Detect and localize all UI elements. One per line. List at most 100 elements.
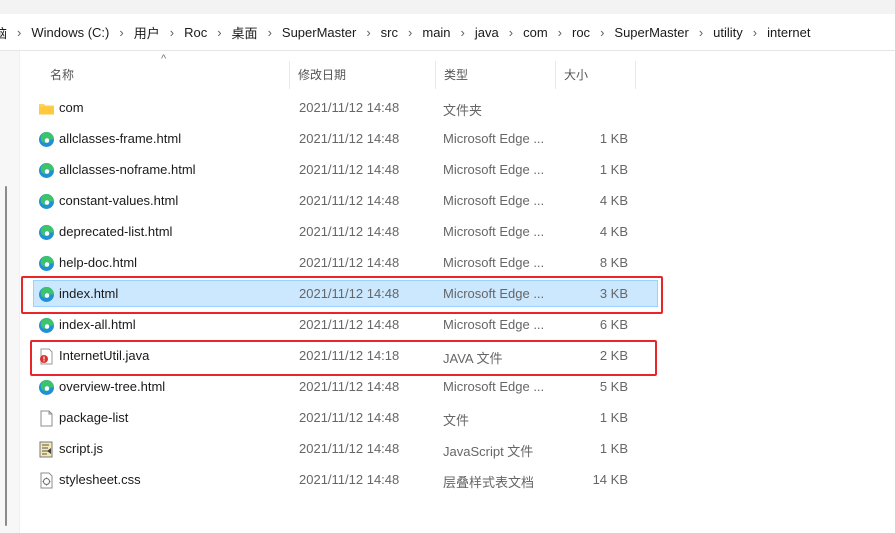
file-row[interactable]: com 2021/11/12 14:48 文件夹 — [30, 93, 670, 124]
file-name: allclasses-noframe.html — [59, 162, 196, 177]
file-modified: 2021/11/12 14:48 — [299, 472, 400, 487]
breadcrumb[interactable]: 脑› Windows (C:)› 用户› Roc› 桌面› SuperMaste… — [0, 14, 895, 51]
file-modified: 2021/11/12 14:48 — [299, 410, 400, 425]
file-name: package-list — [59, 410, 129, 425]
chevron-right-icon[interactable]: › — [699, 25, 703, 40]
file-name: script.js — [59, 441, 104, 456]
blank-file-icon — [38, 410, 55, 427]
file-row[interactable]: allclasses-frame.html 2021/11/12 14:48 Mic… — [30, 124, 670, 155]
breadcrumb-item[interactable]: roc › — [572, 25, 614, 40]
file-modified: 2021/11/12 14:48 — [299, 441, 400, 456]
file-type: Microsoft Edge ... — [443, 255, 545, 270]
column-header-type[interactable]: 类型 — [436, 61, 556, 89]
file-row[interactable]: stylesheet.css 2021/11/12 14:48 层叠样式表文档 14 … — [30, 465, 670, 496]
edge-html-icon — [38, 162, 55, 179]
breadcrumb-item[interactable]: java › — [475, 25, 523, 40]
breadcrumb-item[interactable]: SuperMaster › — [282, 25, 381, 40]
chevron-right-icon[interactable]: › — [217, 25, 221, 40]
column-header-name[interactable]: 名称 — [42, 61, 290, 89]
file-name: constant-values.html — [59, 193, 179, 208]
chevron-right-icon[interactable]: › — [509, 25, 513, 40]
column-header-size[interactable]: 大小 — [556, 61, 636, 89]
file-name: stylesheet.css — [59, 472, 141, 487]
folder-icon — [38, 100, 55, 117]
file-name: index-all.html — [59, 317, 136, 332]
chevron-right-icon[interactable]: › — [268, 25, 272, 40]
breadcrumb-item[interactable]: 桌面 › — [232, 23, 282, 42]
file-row[interactable]: package-list 2021/11/12 14:48 文件 1 KB — [30, 403, 670, 434]
file-size: 14 KB — [592, 472, 628, 487]
file-type: Microsoft Edge ... — [443, 162, 545, 177]
chevron-right-icon[interactable]: › — [170, 25, 174, 40]
breadcrumb-item[interactable]: utility › — [713, 25, 767, 40]
file-type: Microsoft Edge ... — [443, 193, 545, 208]
file-size: 4 KB — [599, 224, 628, 239]
edge-html-icon — [38, 317, 55, 334]
file-type: JavaScript 文件 — [443, 444, 534, 459]
breadcrumb-item[interactable]: src › — [381, 25, 423, 40]
file-size: 1 KB — [599, 410, 628, 425]
file-row[interactable]: allclasses-noframe.html 2021/11/12 14:48 M… — [30, 155, 670, 186]
chevron-right-icon[interactable]: › — [17, 25, 21, 40]
chevron-right-icon[interactable]: › — [408, 25, 412, 40]
breadcrumb-item[interactable]: Windows (C:) › — [31, 25, 133, 40]
file-modified: 2021/11/12 14:48 — [299, 193, 400, 208]
chevron-right-icon[interactable]: › — [461, 25, 465, 40]
file-row[interactable]: overview-tree.html 2021/11/12 14:48 Micros… — [30, 372, 670, 403]
breadcrumb-item[interactable]: main › — [422, 25, 475, 40]
breadcrumb-item-current[interactable]: internet — [767, 25, 810, 40]
file-modified: 2021/11/12 14:48 — [299, 379, 400, 394]
breadcrumb-item[interactable]: 脑› — [0, 23, 31, 42]
chevron-right-icon[interactable]: › — [558, 25, 562, 40]
file-row[interactable]: constant-values.html 2021/11/12 14:48 Micr… — [30, 186, 670, 217]
chevron-right-icon[interactable]: › — [366, 25, 370, 40]
breadcrumb-item[interactable]: 用户 › — [134, 23, 184, 42]
highlight-box — [30, 340, 657, 376]
file-type: 文件 — [443, 413, 470, 428]
window-top-strip — [0, 0, 895, 14]
column-header-modified[interactable]: 修改日期 — [290, 61, 436, 89]
edge-html-icon — [38, 379, 55, 396]
file-modified: 2021/11/12 14:48 — [299, 162, 400, 177]
file-size: 5 KB — [599, 379, 628, 394]
file-type: Microsoft Edge ... — [443, 131, 545, 146]
file-modified: 2021/11/12 14:48 — [299, 131, 400, 146]
file-name: help-doc.html — [59, 255, 138, 270]
edge-html-icon — [38, 224, 55, 241]
file-modified: 2021/11/12 14:48 — [299, 100, 400, 115]
file-size: 8 KB — [599, 255, 628, 270]
file-size: 4 KB — [599, 193, 628, 208]
file-type: Microsoft Edge ... — [443, 224, 545, 239]
file-name: com — [59, 100, 84, 115]
file-row[interactable]: script.js 2021/11/12 14:48 JavaScript 文件 1 … — [30, 434, 670, 465]
file-type: 层叠样式表文档 — [443, 475, 535, 490]
highlight-box — [21, 276, 663, 314]
file-row[interactable]: index-all.html 2021/11/12 14:48 Microsoft … — [30, 310, 670, 341]
file-type: Microsoft Edge ... — [443, 317, 545, 332]
file-name: allclasses-frame.html — [59, 131, 182, 146]
css-file-icon — [38, 472, 55, 489]
edge-html-icon — [38, 193, 55, 210]
chevron-right-icon[interactable]: › — [753, 25, 757, 40]
file-modified: 2021/11/12 14:48 — [299, 224, 400, 239]
file-size: 1 KB — [599, 131, 628, 146]
file-modified: 2021/11/12 14:48 — [299, 317, 400, 332]
navigation-pane-edge — [0, 51, 20, 533]
file-row[interactable]: help-doc.html 2021/11/12 14:48 Microsoft E… — [30, 248, 670, 279]
scrollbar-thumb[interactable] — [5, 186, 7, 526]
file-type: 文件夹 — [443, 103, 483, 118]
file-row[interactable]: deprecated-list.html 2021/11/12 14:48 Micr… — [30, 217, 670, 248]
chevron-right-icon[interactable]: › — [119, 25, 123, 40]
breadcrumb-item[interactable]: com › — [523, 25, 572, 40]
edge-html-icon — [38, 131, 55, 148]
file-size: 1 KB — [599, 162, 628, 177]
file-size: 1 KB — [599, 441, 628, 456]
edge-html-icon — [38, 255, 55, 272]
breadcrumb-item[interactable]: Roc › — [184, 25, 231, 40]
script-file-icon — [38, 441, 55, 458]
breadcrumb-item[interactable]: SuperMaster › — [614, 25, 713, 40]
file-type: Microsoft Edge ... — [443, 379, 545, 394]
file-name: deprecated-list.html — [59, 224, 173, 239]
chevron-right-icon[interactable]: › — [600, 25, 604, 40]
file-modified: 2021/11/12 14:48 — [299, 255, 400, 270]
